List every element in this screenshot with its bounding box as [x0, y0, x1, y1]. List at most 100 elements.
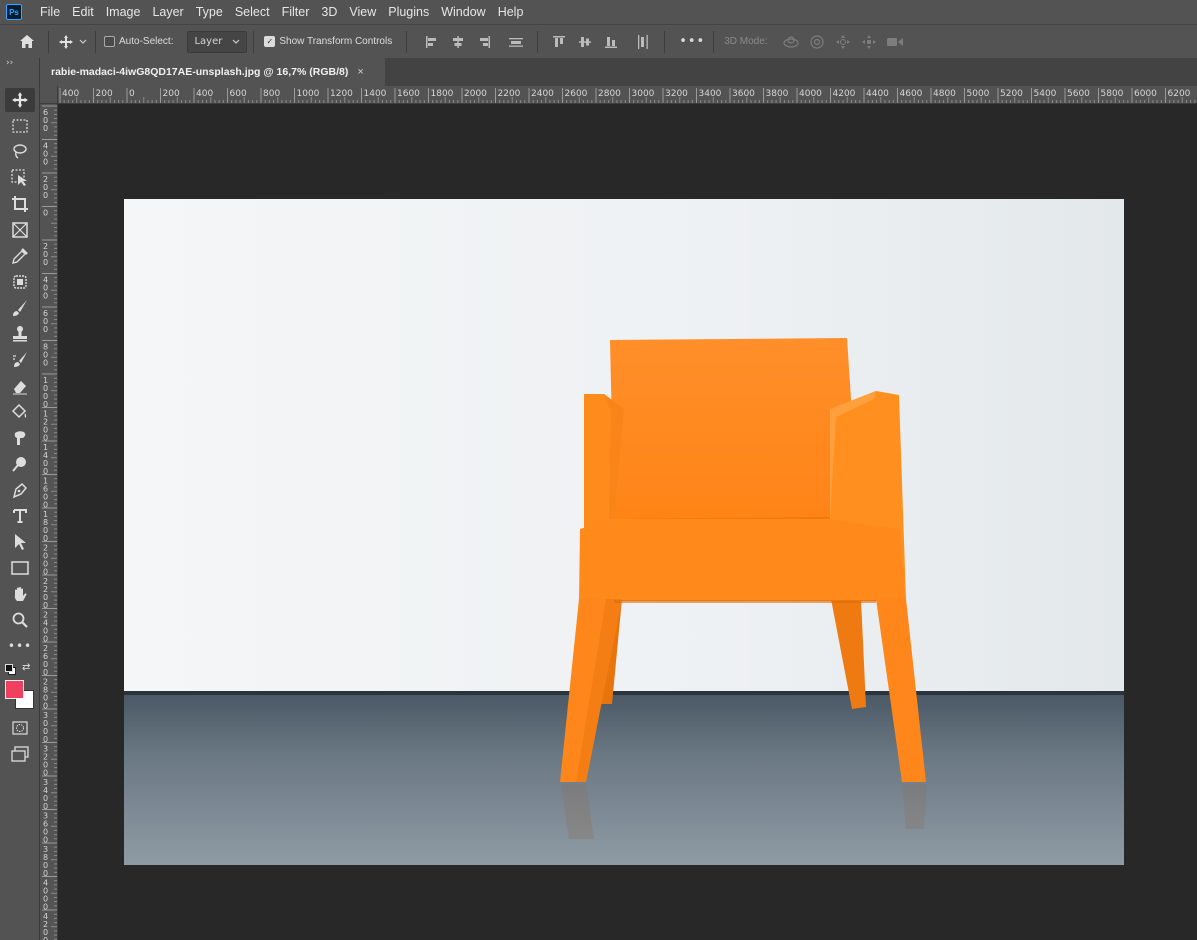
ruler-label: 0 — [43, 124, 48, 133]
ruler-label: 2200 — [498, 89, 521, 99]
roll-3d-camera-icon[interactable] — [806, 31, 828, 53]
align-vertical-centers-icon[interactable] — [574, 31, 596, 53]
ruler-label: 600 — [230, 89, 247, 99]
swap-colors-icon[interactable]: ⇄ — [22, 662, 30, 673]
auto-select-checkbox-box[interactable] — [104, 36, 115, 47]
home-icon[interactable] — [16, 31, 38, 53]
vertical-ruler-ticks: 6004002000200400600800100012001400160018… — [42, 105, 57, 940]
panel-collapse-icon[interactable]: ›› — [6, 58, 13, 68]
ruler-label: 0 — [129, 89, 135, 99]
clone-stamp-tool-icon[interactable] — [5, 322, 35, 346]
brush-tool-icon[interactable] — [5, 296, 35, 320]
menu-file[interactable]: File — [34, 5, 66, 19]
menu-image[interactable]: Image — [100, 5, 147, 19]
separator — [253, 30, 255, 53]
chevron-down-icon — [232, 39, 240, 44]
auto-select-checkbox[interactable]: Auto-Select: — [104, 36, 173, 47]
ruler-label: 4600 — [900, 89, 923, 99]
healing-brush-tool-icon[interactable] — [5, 270, 35, 294]
hand-tool-icon[interactable] — [5, 582, 35, 606]
separator — [48, 30, 49, 53]
menu-3d[interactable]: 3D — [315, 5, 343, 19]
object-selection-tool-icon[interactable] — [5, 166, 35, 190]
lasso-tool-icon[interactable] — [5, 140, 35, 164]
ruler-label: 3400 — [699, 89, 722, 99]
auto-select-target-dropdown[interactable]: Layer — [187, 30, 248, 53]
menu-view[interactable]: View — [343, 5, 382, 19]
ruler-label: 0 — [43, 359, 48, 368]
ruler-label: 6000 — [1134, 89, 1157, 99]
align-horizontal-centers-icon[interactable] — [447, 31, 469, 53]
rectangle-tool-icon[interactable] — [5, 556, 35, 580]
check-icon[interactable]: ✓ — [264, 36, 276, 47]
ruler-label: 800 — [263, 89, 280, 99]
menu-window[interactable]: Window — [435, 5, 491, 19]
ruler-label: 0 — [43, 258, 48, 267]
horizontal-ruler[interactable]: 400 200 0 200 400 600 800 1000 1200 1400 1600 1800 2… — [58, 86, 1197, 104]
document-tab[interactable]: rabie-madaci-4iwG8QD17AE-unsplash.jpg @ … — [40, 58, 385, 86]
smudge-tool-icon[interactable] — [5, 426, 35, 450]
vertical-ruler[interactable]: 6004002000200400600800100012001400160018… — [40, 104, 58, 940]
crop-tool-icon[interactable] — [5, 192, 35, 216]
separator — [664, 30, 666, 53]
ruler-label: 4200 — [833, 89, 856, 99]
type-tool-icon[interactable] — [5, 504, 35, 528]
pen-tool-icon[interactable] — [5, 478, 35, 502]
ruler-label: 1000 — [297, 89, 320, 99]
ruler-label: 200 — [96, 89, 113, 99]
slide-3d-camera-icon[interactable] — [858, 31, 880, 53]
edit-toolbar-button[interactable]: ••• — [5, 634, 35, 658]
ruler-label: 4000 — [799, 89, 822, 99]
history-brush-tool-icon[interactable] — [5, 348, 35, 372]
path-selection-tool-icon[interactable] — [5, 530, 35, 554]
align-right-edges-icon[interactable] — [473, 31, 495, 53]
menu-select[interactable]: Select — [229, 5, 276, 19]
screen-mode-icon[interactable] — [5, 742, 35, 766]
align-bottom-edges-icon[interactable] — [600, 31, 622, 53]
menu-filter[interactable]: Filter — [276, 5, 316, 19]
align-top-edges-icon[interactable] — [548, 31, 570, 53]
ruler-label: 6200 — [1168, 89, 1191, 99]
ruler-label: 2000 — [464, 89, 487, 99]
show-transform-controls-checkbox[interactable]: ✓ Show Transform Controls — [264, 36, 392, 47]
eraser-tool-icon[interactable] — [5, 374, 35, 398]
menu-edit[interactable]: Edit — [66, 5, 100, 19]
pan-3d-camera-icon[interactable] — [832, 31, 854, 53]
close-icon[interactable]: × — [357, 66, 363, 78]
eyedropper-tool-icon[interactable] — [5, 244, 35, 268]
separator — [713, 30, 715, 53]
menu-help[interactable]: Help — [492, 5, 530, 19]
quick-mask-icon[interactable] — [5, 716, 35, 740]
ruler-label: 3800 — [766, 89, 789, 99]
move-tool-preset-icon[interactable] — [55, 31, 77, 53]
dodge-tool-icon[interactable] — [5, 452, 35, 476]
menu-layer[interactable]: Layer — [146, 5, 189, 19]
menu-plugins[interactable]: Plugins — [382, 5, 435, 19]
chevron-down-icon[interactable] — [77, 39, 89, 45]
separator — [95, 30, 96, 53]
move-tool-icon[interactable] — [5, 88, 35, 112]
ruler-label: 1600 — [397, 89, 420, 99]
document-tab-title: rabie-madaci-4iwG8QD17AE-unsplash.jpg @ … — [51, 66, 349, 78]
document-canvas-image[interactable] — [124, 199, 1124, 865]
ruler-label: 200 — [163, 89, 180, 99]
marquee-tool-icon[interactable] — [5, 114, 35, 138]
ruler-origin[interactable] — [40, 86, 58, 104]
menu-type[interactable]: Type — [190, 5, 229, 19]
separator — [537, 30, 539, 53]
ruler-label: 0 — [43, 209, 48, 218]
align-left-edges-icon[interactable] — [421, 31, 443, 53]
ruler-label: 2600 — [565, 89, 588, 99]
more-options-button[interactable]: ••• — [679, 34, 705, 49]
paint-bucket-tool-icon[interactable] — [5, 400, 35, 424]
zoom-3d-camera-icon[interactable] — [884, 31, 906, 53]
distribute-horizontal-icon[interactable] — [632, 31, 654, 53]
distribute-vertical-icon[interactable] — [505, 31, 527, 53]
foreground-color-swatch[interactable] — [5, 680, 24, 699]
orbit-3d-camera-icon[interactable] — [780, 31, 802, 53]
frame-tool-icon[interactable] — [5, 218, 35, 242]
default-colors-icon[interactable] — [5, 664, 16, 675]
ruler-label: 0 — [43, 158, 48, 167]
ruler-label: 3200 — [665, 89, 688, 99]
zoom-tool-icon[interactable] — [5, 608, 35, 632]
